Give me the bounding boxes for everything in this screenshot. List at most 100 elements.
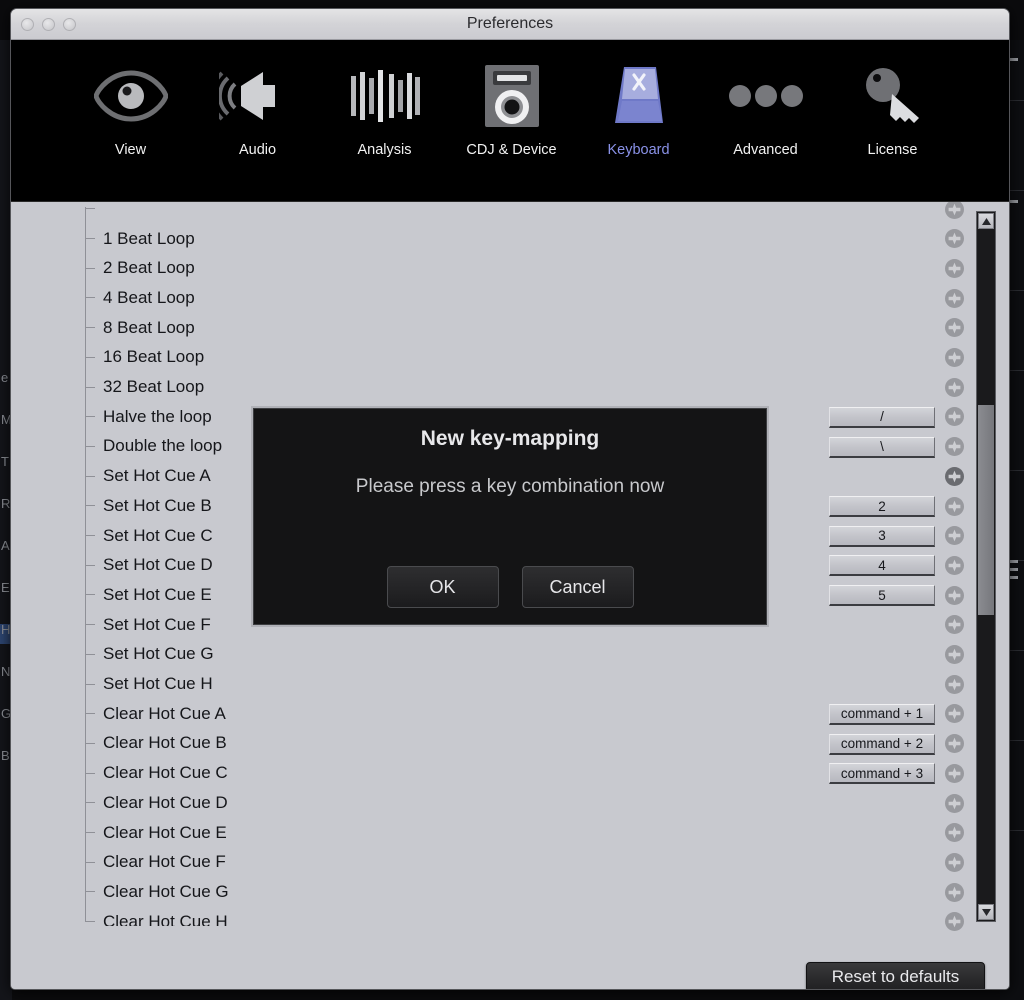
speaker-icon	[218, 60, 297, 132]
background-text-fragment: B	[1, 748, 10, 763]
toolbar-tab-license[interactable]: License	[829, 40, 956, 158]
key-mapping-button[interactable]: 2	[829, 496, 935, 517]
shortcut-row[interactable]: Set Hot Cue C	[77, 521, 213, 551]
shortcut-row-label: Set Hot Cue H	[103, 674, 213, 694]
shortcut-row[interactable]: Set Hot Cue A	[77, 461, 211, 491]
tree-branch-line	[85, 564, 95, 566]
shortcut-row-label: Clear Hot Cue F	[103, 852, 226, 872]
shortcut-row[interactable]: Halve the loop	[77, 402, 212, 432]
add-mapping-icon[interactable]	[945, 258, 964, 278]
add-mapping-icon[interactable]	[945, 437, 964, 457]
window-titlebar: Preferences	[11, 9, 1009, 40]
scroll-down-arrow[interactable]	[978, 904, 994, 920]
shortcut-row[interactable]: 4 Beat Loop	[77, 283, 195, 313]
add-mapping-icon[interactable]	[945, 202, 964, 219]
add-mapping-icon[interactable]	[945, 615, 964, 635]
key-mapping-button[interactable]: command + 2	[829, 733, 935, 755]
shortcut-row[interactable]: Double the loop	[77, 432, 222, 462]
tree-branch-line	[85, 594, 95, 596]
shortcut-row[interactable]: 16 Beat Loop	[77, 343, 204, 373]
preferences-toolbar: View Audio Analysis CDJ & Device Keyboar…	[11, 40, 1009, 202]
add-mapping-icon[interactable]	[945, 496, 964, 516]
add-mapping-icon[interactable]	[945, 348, 964, 367]
toolbar-tab-audio[interactable]: Audio	[194, 40, 321, 158]
shortcut-row[interactable]: Clear Hot Cue F	[77, 847, 226, 877]
traffic-lights	[21, 18, 76, 31]
shortcut-row[interactable]: 1 Beat Loop	[77, 224, 195, 254]
add-mapping-icon[interactable]	[945, 793, 964, 813]
toolbar-tab-advanced[interactable]: Advanced	[702, 40, 829, 158]
shortcut-row[interactable]: 2 Beat Loop	[77, 253, 195, 283]
shortcut-row[interactable]: Set Hot Cue F	[77, 610, 211, 640]
tree-branch-line	[85, 683, 95, 685]
tree-branch-line	[85, 416, 95, 418]
key-mapping-button[interactable]: 5	[829, 585, 935, 607]
add-mapping-icon[interactable]	[945, 229, 964, 249]
scrollbar-thumb[interactable]	[978, 405, 994, 615]
shortcut-row[interactable]: Set Hot Cue D	[77, 550, 213, 580]
zoom-button[interactable]	[63, 18, 76, 31]
shortcut-row[interactable]: 32 Beat Loop	[77, 372, 204, 402]
key-mapping-button[interactable]: /	[829, 406, 935, 428]
toolbar-tab-view[interactable]: View	[67, 40, 194, 158]
cancel-button[interactable]: Cancel	[521, 566, 634, 608]
shortcut-row[interactable]: Set Hot Cue G	[77, 640, 214, 670]
shortcut-row[interactable]: Clear Hot Cue D	[77, 788, 228, 818]
add-mapping-icon[interactable]	[945, 526, 964, 546]
add-mapping-icon[interactable]	[945, 585, 964, 605]
shortcut-row[interactable]: Clear Hot Cue C	[77, 758, 228, 788]
reset-to-defaults-button[interactable]: Reset to defaults	[806, 962, 985, 989]
shortcut-row-label: Halve the loop	[103, 406, 212, 426]
add-mapping-icon[interactable]	[945, 823, 964, 843]
scroll-up-arrow[interactable]	[978, 213, 994, 229]
tree-branch-line	[85, 861, 95, 863]
add-mapping-icon[interactable]	[945, 704, 964, 724]
shortcut-row[interactable]: 8 Beat Loop	[77, 313, 195, 343]
toolbar-tab-cdj-device[interactable]: CDJ & Device	[448, 40, 575, 158]
minimize-button[interactable]	[42, 18, 55, 31]
key-mapping-button[interactable]: \	[829, 436, 935, 458]
shortcut-row[interactable]: Clear Hot Cue G	[77, 877, 229, 907]
add-mapping-icon[interactable]	[945, 466, 964, 486]
add-mapping-icon[interactable]	[945, 882, 964, 902]
shortcut-row[interactable]: Clear Hot Cue E	[77, 818, 227, 848]
key-icon	[861, 60, 925, 132]
add-mapping-icon[interactable]	[945, 734, 964, 754]
key-mapping-button[interactable]: command + 3	[829, 763, 935, 785]
add-mapping-icon[interactable]	[945, 407, 964, 427]
add-mapping-icon[interactable]	[945, 645, 964, 664]
shortcut-row-label: Clear Hot Cue B	[103, 733, 227, 753]
add-mapping-icon[interactable]	[945, 912, 964, 932]
toolbar-tab-label: Audio	[238, 142, 277, 158]
toolbar-tab-analysis[interactable]: Analysis	[321, 40, 448, 158]
shortcut-row-label: Set Hot Cue D	[103, 555, 213, 575]
key-mapping-button[interactable]: 4	[829, 555, 935, 577]
tree-branch-line	[85, 208, 95, 210]
close-button[interactable]	[21, 18, 34, 31]
add-mapping-icon[interactable]	[945, 318, 964, 338]
add-mapping-icon[interactable]	[945, 377, 964, 397]
vertical-scrollbar[interactable]	[976, 211, 996, 922]
toolbar-tab-keyboard[interactable]: Keyboard	[575, 40, 702, 158]
add-mapping-icon[interactable]	[945, 555, 964, 575]
shortcut-row[interactable]: Set Hot Cue E	[77, 580, 212, 610]
add-mapping-icon[interactable]	[945, 852, 964, 872]
shortcut-row[interactable]: Set Hot Cue B	[77, 491, 212, 521]
tree-branch-line	[85, 445, 95, 447]
add-mapping-column	[945, 202, 973, 932]
ok-button[interactable]: OK	[386, 566, 499, 608]
add-mapping-icon[interactable]	[945, 288, 964, 308]
add-mapping-icon[interactable]	[945, 763, 964, 783]
shortcut-row-label: Set Hot Cue G	[103, 644, 214, 664]
shortcut-row[interactable]	[77, 202, 103, 224]
shortcut-row[interactable]: Clear Hot Cue B	[77, 729, 227, 759]
shortcut-row[interactable]: Clear Hot Cue A	[77, 699, 226, 729]
dialog-message: Please press a key combination now	[355, 476, 665, 497]
shortcut-row[interactable]: Set Hot Cue H	[77, 669, 213, 699]
key-mapping-button[interactable]: 3	[829, 525, 935, 547]
shortcut-row[interactable]: Clear Hot Cue H	[77, 907, 228, 926]
toolbar-tab-label: View	[114, 142, 147, 158]
key-mapping-button[interactable]: command + 1	[829, 703, 935, 725]
add-mapping-icon[interactable]	[945, 674, 964, 694]
shortcut-row-label: Set Hot Cue A	[103, 466, 211, 486]
